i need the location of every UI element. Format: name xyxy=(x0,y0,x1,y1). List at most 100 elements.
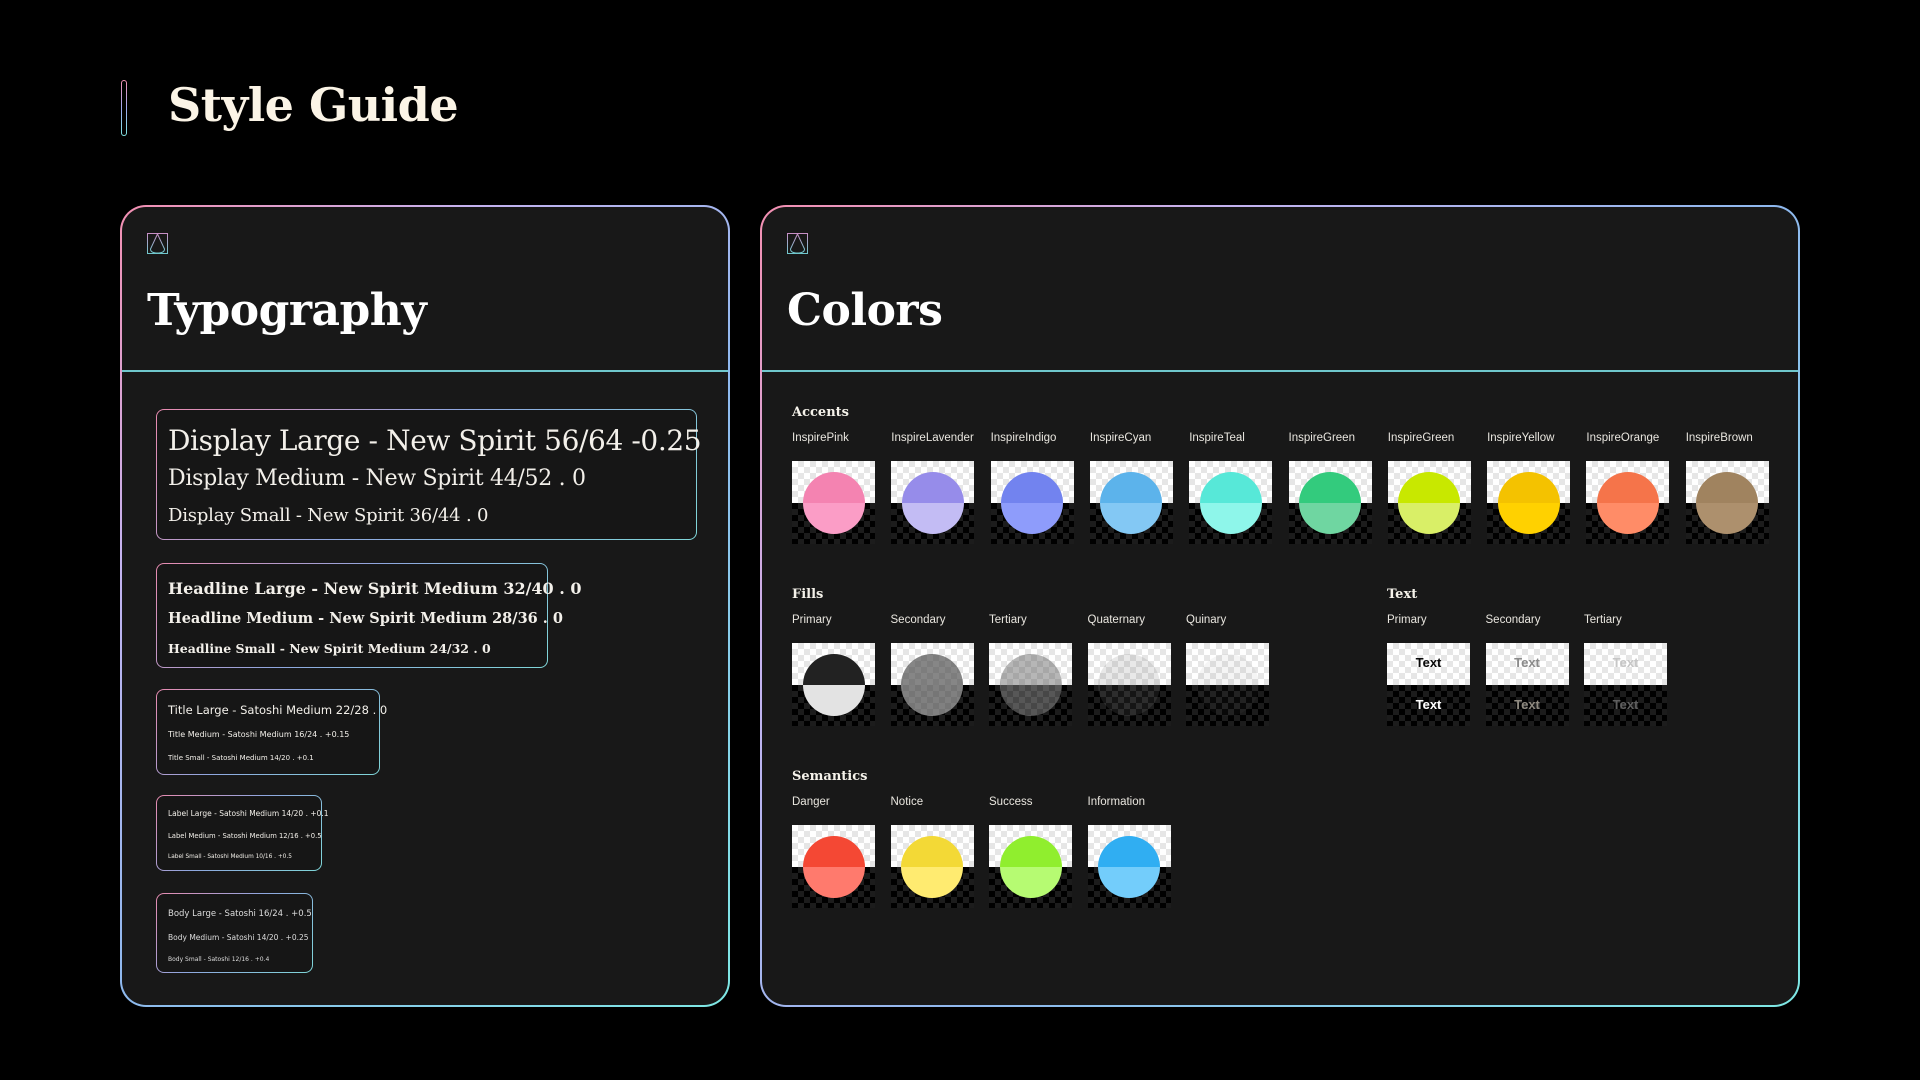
color-swatch xyxy=(1586,461,1670,544)
display-large-sample: Display Large - New Spirit 56/64 -0.25 xyxy=(168,424,702,457)
light-mode-color xyxy=(802,471,865,503)
text-sample-dark: Text xyxy=(1514,697,1540,712)
swatch-label: Success xyxy=(989,796,1033,808)
color-circle xyxy=(1696,471,1759,534)
swatch-label: Primary xyxy=(1387,614,1427,626)
light-mode-color xyxy=(1098,835,1160,867)
color-circle xyxy=(1196,653,1259,716)
light-mode-color xyxy=(901,835,963,867)
logo-icon xyxy=(147,233,168,254)
color-circle xyxy=(802,471,865,534)
color-swatch xyxy=(1387,461,1471,544)
logo-icon xyxy=(787,233,808,254)
semantics-heading: Semantics xyxy=(792,769,868,784)
page-title: Style Guide xyxy=(168,78,459,132)
dark-mode-color xyxy=(802,866,865,898)
color-swatch: Text Text xyxy=(1584,643,1667,726)
color-swatch xyxy=(1288,461,1372,544)
accents-swatch-inspirebrown: InspireBrown xyxy=(1685,431,1769,544)
color-swatch xyxy=(1087,643,1171,726)
swatch-label: InspirePink xyxy=(792,432,849,444)
color-circle xyxy=(1100,471,1163,534)
dark-mode-color xyxy=(1196,684,1259,716)
color-circle xyxy=(802,653,865,716)
color-circle xyxy=(1398,471,1461,534)
fills-swatch-primary: Primary xyxy=(792,613,875,726)
swatch-label: InspireOrange xyxy=(1586,432,1660,444)
dark-mode-color xyxy=(1497,502,1560,534)
dark-mode-color xyxy=(999,866,1062,898)
light-mode-color xyxy=(802,653,865,685)
color-swatch xyxy=(1087,825,1171,908)
light-mode-color xyxy=(1001,471,1064,503)
color-circle xyxy=(901,835,963,898)
color-circle xyxy=(1098,835,1160,898)
color-circle xyxy=(1001,471,1064,534)
headline-medium-sample: Headline Medium - New Spirit Medium 28/3… xyxy=(168,610,563,627)
swatch-label: Tertiary xyxy=(1584,614,1622,626)
light-mode-color xyxy=(1098,653,1160,685)
light-mode-color xyxy=(999,653,1062,685)
color-swatch: Text Text xyxy=(1387,643,1470,726)
color-swatch xyxy=(890,825,974,908)
color-swatch xyxy=(891,461,975,544)
color-circle xyxy=(1299,471,1361,534)
swatch-label: Notice xyxy=(890,796,924,808)
color-swatch xyxy=(890,643,974,726)
light-mode-color xyxy=(802,835,865,867)
swatch-label: Information xyxy=(1087,796,1146,808)
accents-swatch-inspiregreen: InspireGreen xyxy=(1288,431,1372,544)
fills-heading: Fills xyxy=(792,587,824,602)
text-swatch-secondary: Secondary Text Text xyxy=(1485,613,1569,726)
swatch-label: InspireCyan xyxy=(1089,432,1152,444)
accents-swatch-inspirepink: InspirePink xyxy=(792,431,875,544)
accents-swatch-inspireteal: InspireTeal xyxy=(1189,431,1273,544)
color-swatch: Text Text xyxy=(1485,643,1569,726)
semantics-swatch-success: Success xyxy=(989,795,1072,908)
color-circle xyxy=(1098,653,1160,716)
color-swatch xyxy=(792,461,875,544)
swatch-label: InspireLavender xyxy=(891,432,974,444)
dark-mode-color xyxy=(1100,502,1163,534)
swatch-label: InspireTeal xyxy=(1189,432,1245,444)
color-circle xyxy=(901,653,963,716)
color-swatch xyxy=(1089,461,1173,544)
accents-swatch-inspirelavender: InspireLavender xyxy=(891,431,975,544)
label-small-sample: Label Small - Satoshi Medium 10/16 . +0.… xyxy=(168,854,292,860)
swatch-label: Secondary xyxy=(1485,614,1541,626)
body-styles-box: Body Large - Satoshi 16/24 . +0.5 Body M… xyxy=(156,893,313,973)
headline-small-sample: Headline Small - New Spirit Medium 24/32… xyxy=(168,641,491,656)
light-mode-color xyxy=(1199,471,1262,503)
light-mode-color xyxy=(901,653,963,685)
dark-mode-color xyxy=(1398,502,1461,534)
swatch-label: Secondary xyxy=(890,614,946,626)
light-mode-color xyxy=(901,471,964,503)
color-circle xyxy=(999,835,1062,898)
typography-title: Typography xyxy=(147,285,427,336)
color-circle xyxy=(802,835,865,898)
accents-heading: Accents xyxy=(792,405,849,420)
accents-swatch-inspirecyan: InspireCyan xyxy=(1089,431,1173,544)
accents-swatch-inspiregreen: InspireGreen xyxy=(1387,431,1471,544)
semantics-swatch-information: Information xyxy=(1087,795,1171,908)
color-circle xyxy=(1199,471,1262,534)
title-styles-box: Title Large - Satoshi Medium 22/28 . 0 T… xyxy=(156,689,388,775)
dark-mode-color xyxy=(1199,502,1262,534)
dark-mode-color xyxy=(1299,502,1361,534)
swatch-label: Danger xyxy=(792,796,830,808)
body-small-sample: Body Small - Satoshi 12/16 . +0.4 xyxy=(168,956,270,963)
display-medium-sample: Display Medium - New Spirit 44/52 . 0 xyxy=(168,466,586,491)
header-divider xyxy=(762,370,1798,372)
dark-mode-color xyxy=(901,866,963,898)
swatch-label: InspireYellow xyxy=(1487,432,1555,444)
body-medium-sample: Body Medium - Satoshi 14/20 . +0.25 xyxy=(168,933,309,942)
light-mode-color xyxy=(1696,471,1759,503)
accents-swatch-inspireindigo: InspireIndigo xyxy=(990,431,1074,544)
display-small-sample: Display Small - New Spirit 36/44 . 0 xyxy=(168,505,489,526)
dark-mode-color xyxy=(901,502,964,534)
colors-title: Colors xyxy=(787,285,943,336)
color-circle xyxy=(1596,471,1659,534)
title-large-sample: Title Large - Satoshi Medium 22/28 . 0 xyxy=(168,703,388,717)
accents-swatch-inspireorange: InspireOrange xyxy=(1586,431,1670,544)
semantics-swatch-danger: Danger xyxy=(792,795,875,908)
